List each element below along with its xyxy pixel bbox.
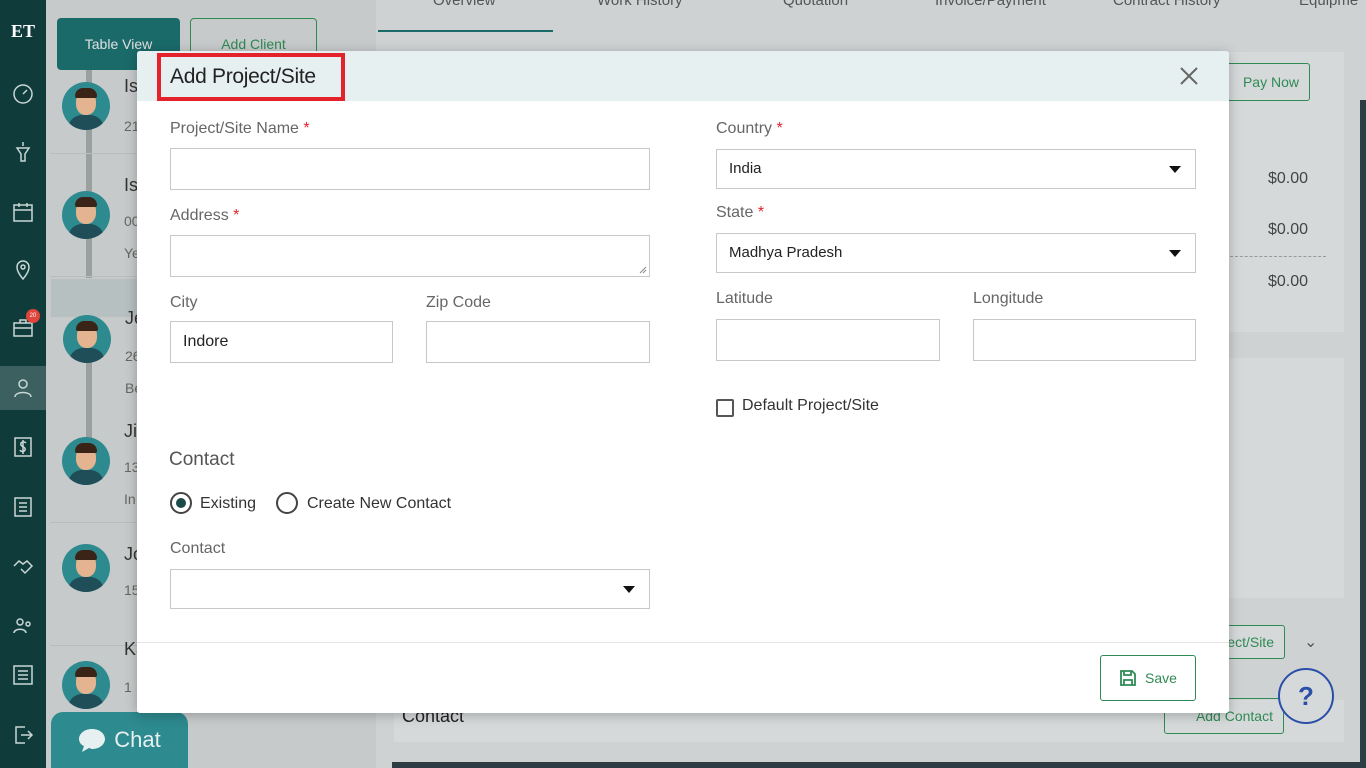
state-select[interactable]: Madhya Pradesh	[716, 233, 1196, 273]
default-project-label: Default Project/Site	[742, 397, 879, 414]
contact-section-title: Contact	[169, 449, 235, 470]
avatar	[62, 191, 110, 239]
avatar	[62, 544, 110, 592]
required-mark: *	[776, 120, 783, 137]
list-icon[interactable]	[0, 485, 46, 529]
address-label: Address *	[170, 207, 239, 225]
notification-badge: 20	[26, 309, 40, 323]
tab-equipment[interactable]: Equipme	[1299, 0, 1358, 9]
required-mark: *	[757, 204, 765, 221]
avatar	[62, 82, 110, 130]
dashboard-icon[interactable]	[0, 72, 46, 116]
pay-now-label: Pay Now	[1242, 74, 1299, 90]
zip-code-input[interactable]	[426, 321, 650, 363]
footer-divider	[137, 642, 1229, 643]
country-label-text: Country	[716, 120, 773, 137]
briefcase-icon[interactable]: 20	[0, 305, 46, 349]
address-textarea[interactable]	[170, 235, 650, 277]
client-name: Is	[124, 76, 139, 96]
state-label: State *	[716, 204, 764, 222]
client-name: Is	[124, 175, 139, 195]
existing-contact-label: Existing	[200, 495, 257, 512]
project-name-label: Project/Site Name *	[170, 120, 310, 138]
chat-bubble-icon	[79, 729, 106, 752]
default-project-checkbox[interactable]	[716, 399, 734, 417]
help-label: ?	[1298, 680, 1314, 711]
dropdown-caret-icon	[1169, 250, 1181, 257]
logout-icon[interactable]	[0, 713, 46, 757]
country-label: Country *	[716, 120, 783, 138]
active-tab-indicator	[378, 30, 553, 32]
avatar	[63, 315, 111, 363]
project-name-label-text: Project/Site Name	[170, 120, 299, 137]
longitude-input[interactable]	[973, 319, 1196, 361]
save-button[interactable]: Save	[1100, 655, 1196, 701]
user-icon[interactable]	[0, 366, 46, 410]
bottom-strip	[392, 762, 1366, 768]
project-site-label: ect/Site	[1227, 634, 1274, 650]
right-scroll-strip	[1360, 100, 1366, 768]
resize-handle-icon[interactable]	[639, 266, 647, 274]
handshake-icon[interactable]	[0, 544, 46, 588]
map-pin-icon[interactable]	[0, 248, 46, 292]
contact-select[interactable]	[170, 569, 650, 609]
settings-icon[interactable]	[0, 653, 46, 697]
dropdown-caret-icon	[623, 586, 635, 593]
create-new-contact-radio[interactable]	[276, 492, 298, 514]
tab-overview[interactable]: Overview	[433, 0, 496, 9]
team-icon[interactable]	[0, 604, 46, 648]
state-value: Madhya Pradesh	[729, 244, 843, 261]
client-detail: 1	[124, 679, 132, 695]
add-project-site-modal: Add Project/Site Project/Site Name * Add…	[137, 51, 1229, 713]
tab-work-history[interactable]: Work History	[597, 0, 683, 9]
city-label: City	[170, 294, 198, 311]
tab-contract-history[interactable]: Contract History	[1113, 0, 1221, 9]
pay-now-button[interactable]: Pay Now	[1218, 63, 1310, 101]
country-select[interactable]: India	[716, 149, 1196, 189]
modal-header: Add Project/Site	[137, 51, 1229, 101]
funnel-icon[interactable]	[0, 130, 46, 174]
city-input[interactable]: Indore	[170, 321, 393, 363]
create-new-contact-label: Create New Contact	[307, 495, 452, 512]
country-value: India	[729, 160, 762, 177]
chevron-down-icon[interactable]: ⌄	[1304, 632, 1317, 652]
avatar	[62, 437, 110, 485]
client-name: Ji	[124, 421, 137, 441]
amount-value: $0.00	[1268, 273, 1309, 290]
close-icon[interactable]	[1177, 64, 1201, 88]
save-label: Save	[1145, 670, 1177, 686]
state-label-text: State	[716, 204, 754, 221]
tab-quotation[interactable]: Quotation	[783, 0, 848, 9]
address-label-text: Address	[170, 207, 229, 224]
required-mark: *	[233, 207, 240, 224]
chat-button[interactable]: Chat	[51, 712, 188, 768]
save-icon	[1120, 670, 1136, 686]
project-name-input[interactable]	[170, 148, 650, 190]
dropdown-caret-icon	[1169, 166, 1181, 173]
app-logo: ET	[10, 21, 35, 41]
required-mark: *	[303, 120, 310, 137]
tab-invoice-payment[interactable]: Invoice/Payment	[935, 0, 1046, 9]
calendar-icon[interactable]	[0, 190, 46, 234]
contact-label: Contact	[170, 540, 226, 557]
amount-value: $0.00	[1268, 170, 1309, 187]
avatar	[62, 661, 110, 709]
chat-label: Chat	[114, 727, 161, 752]
client-detail: In	[124, 491, 136, 507]
detail-tabs: Overview Work History Quotation Invoice/…	[376, 0, 1366, 32]
modal-title: Add Project/Site	[157, 53, 345, 101]
longitude-label: Longitude	[973, 290, 1044, 307]
help-button[interactable]: ?	[1278, 668, 1334, 724]
summary-card	[1228, 358, 1344, 598]
dollar-icon[interactable]	[0, 425, 46, 469]
amount-value: $0.00	[1268, 221, 1309, 238]
existing-contact-radio[interactable]	[170, 492, 192, 514]
zip-code-label: Zip Code	[426, 294, 491, 311]
main-sidebar: ET 20	[0, 0, 46, 768]
divider	[1230, 256, 1326, 257]
latitude-input[interactable]	[716, 319, 940, 361]
latitude-label: Latitude	[716, 290, 773, 307]
